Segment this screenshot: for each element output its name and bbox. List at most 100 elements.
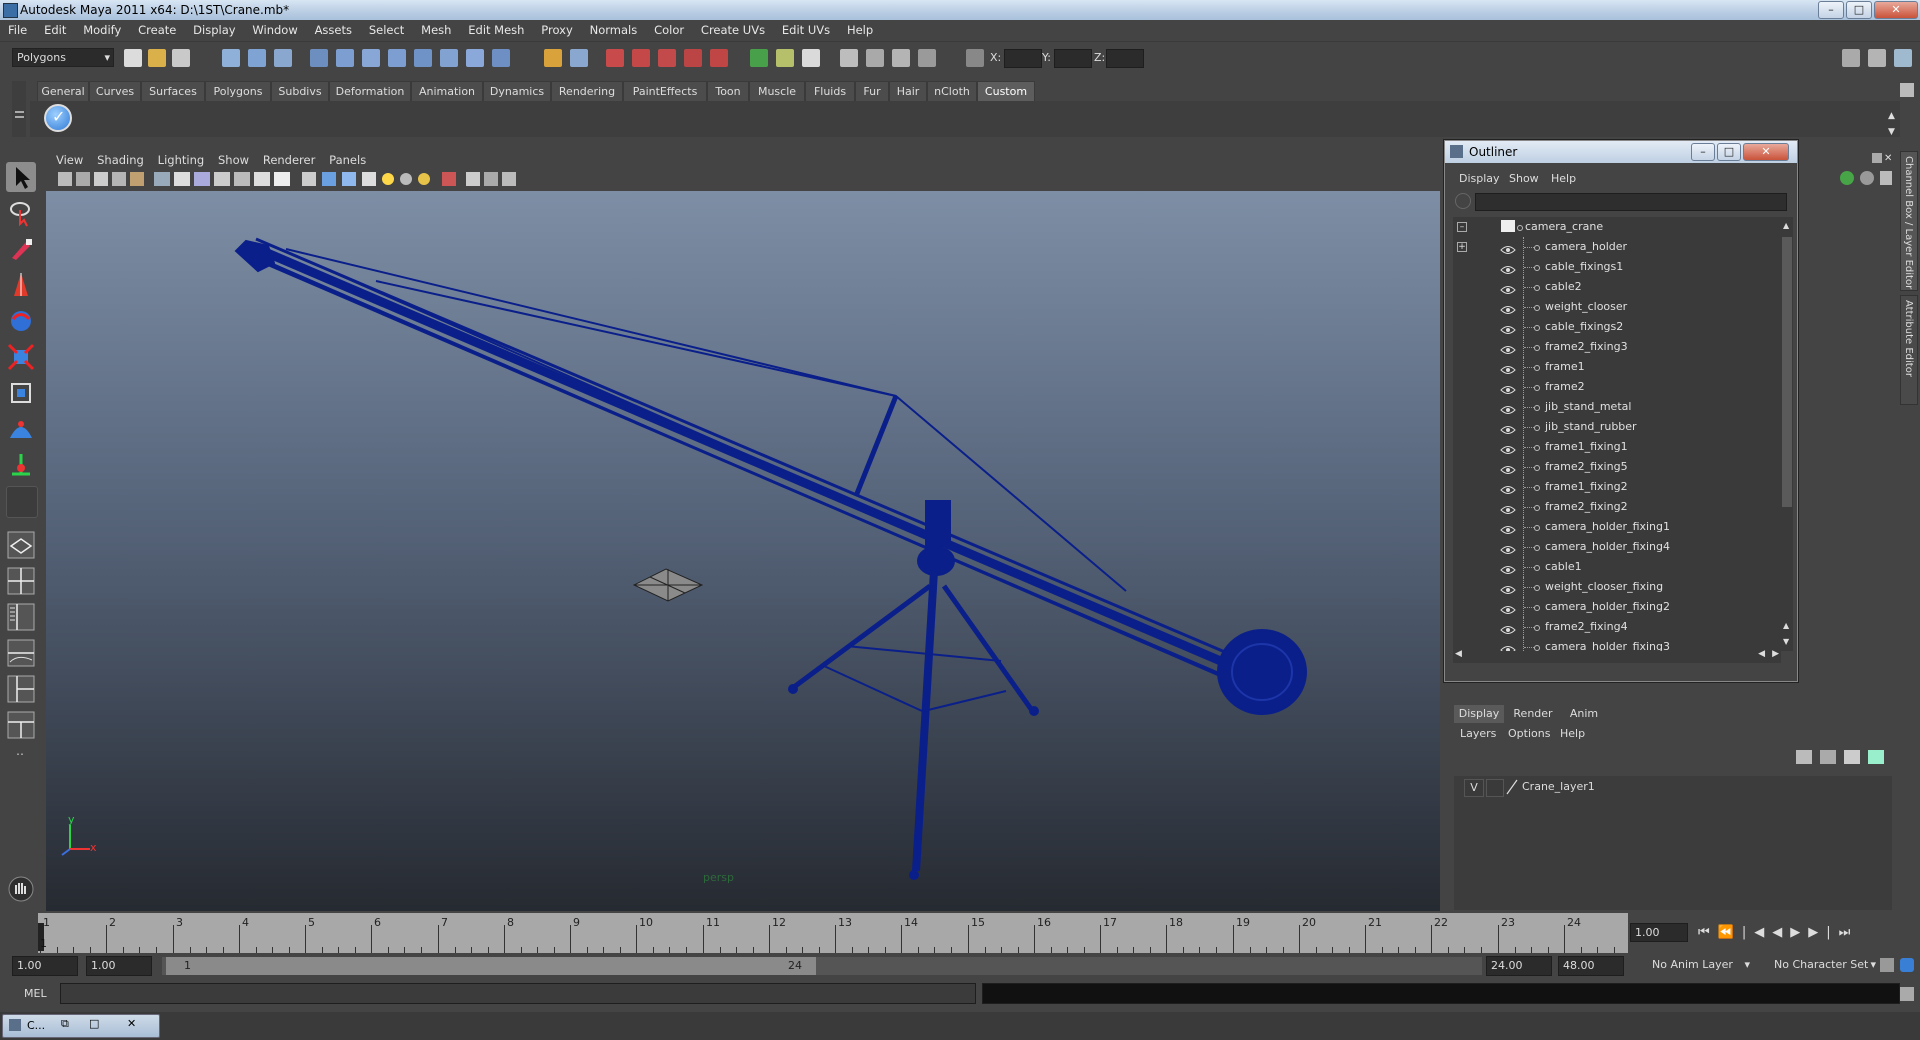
- shadows-icon[interactable]: [400, 173, 412, 185]
- x-field[interactable]: [1004, 49, 1042, 68]
- command-input[interactable]: [60, 983, 976, 1004]
- shelf-tab-animation[interactable]: Animation: [411, 81, 483, 102]
- lasso-tool-icon[interactable]: [6, 198, 36, 228]
- outliner-item[interactable]: frame2: [1453, 377, 1773, 397]
- snap-grid-icon[interactable]: [336, 49, 354, 67]
- hypershade-icon[interactable]: [684, 49, 702, 67]
- shelf-tab-dynamics[interactable]: Dynamics: [483, 81, 551, 102]
- time-ruler[interactable]: 1 2 3 4 5 6 7 8 9 10 11 12 13 14 15 16 17 18 19 20 21 22 23 24: [38, 913, 1628, 953]
- close-icon[interactable]: ✕: [127, 1017, 136, 1030]
- step-forward-frame-icon[interactable]: ▶|: [1808, 925, 1838, 940]
- isolate-select-icon[interactable]: [442, 172, 456, 186]
- new-layer-from-selection-icon[interactable]: [1868, 750, 1884, 764]
- gate-mask-icon[interactable]: [214, 172, 230, 186]
- outliner-item[interactable]: camera_holder_fixing3: [1453, 637, 1773, 651]
- outliner-item[interactable]: cable1: [1453, 557, 1773, 577]
- rotate-tool-icon[interactable]: [6, 306, 36, 336]
- outliner-item[interactable]: frame1_fixing1: [1453, 437, 1773, 457]
- quick-select-icon[interactable]: [918, 49, 936, 67]
- xray-active-components-icon[interactable]: [502, 172, 516, 186]
- layer-menu-options[interactable]: Options: [1508, 727, 1550, 740]
- viewport-menu-view[interactable]: View: [56, 151, 83, 167]
- shelf-tab-subdivs[interactable]: Subdivs: [271, 81, 329, 102]
- smooth-shade-icon[interactable]: [322, 172, 336, 186]
- shelf-tab-hair[interactable]: Hair: [889, 81, 927, 102]
- render-frame-icon[interactable]: [606, 49, 624, 67]
- shelf-tab-ncloth[interactable]: nCloth: [927, 81, 977, 102]
- layout-persp-graph-icon[interactable]: [6, 638, 36, 668]
- menu-window[interactable]: Window: [252, 20, 297, 37]
- shelf-tab-curves[interactable]: Curves: [89, 81, 141, 102]
- scale-tool-icon[interactable]: [6, 342, 36, 372]
- shelf-tab-general[interactable]: General: [37, 81, 89, 102]
- layout-hypershade-persp-icon[interactable]: [6, 674, 36, 704]
- layout-persp-outliner-icon[interactable]: [6, 602, 36, 632]
- select-object-icon[interactable]: [248, 49, 266, 67]
- move-tool-icon[interactable]: [6, 270, 36, 300]
- animation-preferences-icon[interactable]: [1900, 958, 1914, 972]
- go-to-end-icon[interactable]: ⏭: [1839, 925, 1859, 940]
- outliner-vertical-scrollbar[interactable]: ▲ ▲ ▼: [1781, 217, 1793, 651]
- collapse-icon[interactable]: –: [1457, 222, 1467, 232]
- menu-proxy[interactable]: Proxy: [541, 20, 573, 37]
- select-hierarchy-icon[interactable]: [222, 49, 240, 67]
- xray-joints-icon[interactable]: [484, 172, 498, 186]
- relative-transform-icon[interactable]: [840, 49, 858, 67]
- camera-attributes-icon[interactable]: [76, 172, 90, 186]
- show-hide-attribute-editor-icon[interactable]: [1842, 49, 1860, 67]
- outliner-title-bar[interactable]: Outliner – □ ✕: [1445, 141, 1797, 163]
- outliner-maximize-button[interactable]: □: [1717, 143, 1741, 161]
- shelf-scroll-down-icon[interactable]: ▼: [1888, 123, 1898, 137]
- film-gate-icon[interactable]: [174, 172, 190, 186]
- shelf-tab-muscle[interactable]: Muscle: [749, 81, 805, 102]
- open-scene-icon[interactable]: [148, 49, 166, 67]
- select-camera-icon[interactable]: [58, 172, 72, 186]
- shelf-tab-fur[interactable]: Fur: [855, 81, 889, 102]
- outliner-item[interactable]: cable_fixings1: [1453, 257, 1773, 277]
- play-backward-icon[interactable]: ◀: [1772, 925, 1790, 940]
- menu-mesh[interactable]: Mesh: [421, 20, 451, 37]
- bookmark-icon[interactable]: [94, 172, 108, 186]
- layer-menu-help[interactable]: Help: [1560, 727, 1585, 740]
- shelf-scroll-up-icon[interactable]: ▲: [1888, 107, 1898, 121]
- menu-edit-uvs[interactable]: Edit UVs: [782, 20, 830, 37]
- range-slider-handle[interactable]: [166, 957, 816, 975]
- menu-create-uvs[interactable]: Create UVs: [701, 20, 765, 37]
- menu-assets[interactable]: Assets: [315, 20, 352, 37]
- show-hide-channel-box-icon[interactable]: [1894, 49, 1912, 67]
- range-slider[interactable]: 1 24: [162, 957, 1482, 975]
- viewport-menu-renderer[interactable]: Renderer: [263, 151, 316, 167]
- attribute-editor-icon[interactable]: [750, 49, 768, 67]
- outliner-item[interactable]: weight_clooser: [1453, 297, 1773, 317]
- shelf-tab-fluids[interactable]: Fluids: [805, 81, 855, 102]
- outliner-menu-help[interactable]: Help: [1551, 172, 1576, 185]
- pick-mask-icon[interactable]: [310, 49, 328, 67]
- menu-normals[interactable]: Normals: [590, 20, 638, 37]
- select-component-icon[interactable]: [274, 49, 292, 67]
- safe-action-icon[interactable]: [254, 172, 270, 186]
- shelf-menu-handle[interactable]: [12, 81, 26, 137]
- layout-four-view-icon[interactable]: [6, 566, 36, 596]
- layer-menu-layers[interactable]: Layers: [1460, 727, 1496, 740]
- outliner-item[interactable]: weight_clooser_fixing: [1453, 577, 1773, 597]
- maximize-button[interactable]: □: [1846, 1, 1872, 19]
- script-editor-icon[interactable]: [1900, 987, 1914, 1001]
- resolution-gate-icon[interactable]: [194, 172, 210, 186]
- menu-edit-mesh[interactable]: Edit Mesh: [468, 20, 524, 37]
- snap-view-plane-icon[interactable]: [414, 49, 432, 67]
- menu-help[interactable]: Help: [847, 20, 873, 37]
- viewport-menu-lighting[interactable]: Lighting: [158, 151, 204, 167]
- grid-icon[interactable]: [154, 172, 170, 186]
- current-time-field[interactable]: 1.00: [1630, 923, 1688, 942]
- outliner-close-button[interactable]: ✕: [1743, 143, 1789, 161]
- field-chart-icon[interactable]: [234, 172, 250, 186]
- outliner-item[interactable]: camera_holder_fixing4: [1453, 537, 1773, 557]
- snap-live-icon[interactable]: [440, 49, 458, 67]
- layout-single-perspective-icon[interactable]: [6, 530, 36, 560]
- paint-select-tool-icon[interactable]: [6, 234, 36, 264]
- playback-start-field[interactable]: 1.00: [86, 956, 152, 976]
- render-settings-icon[interactable]: [658, 49, 676, 67]
- auto-key-icon[interactable]: [1880, 958, 1894, 972]
- shelf-tab-polygons[interactable]: Polygons: [205, 81, 271, 102]
- outliner-item[interactable]: jib_stand_rubber: [1453, 417, 1773, 437]
